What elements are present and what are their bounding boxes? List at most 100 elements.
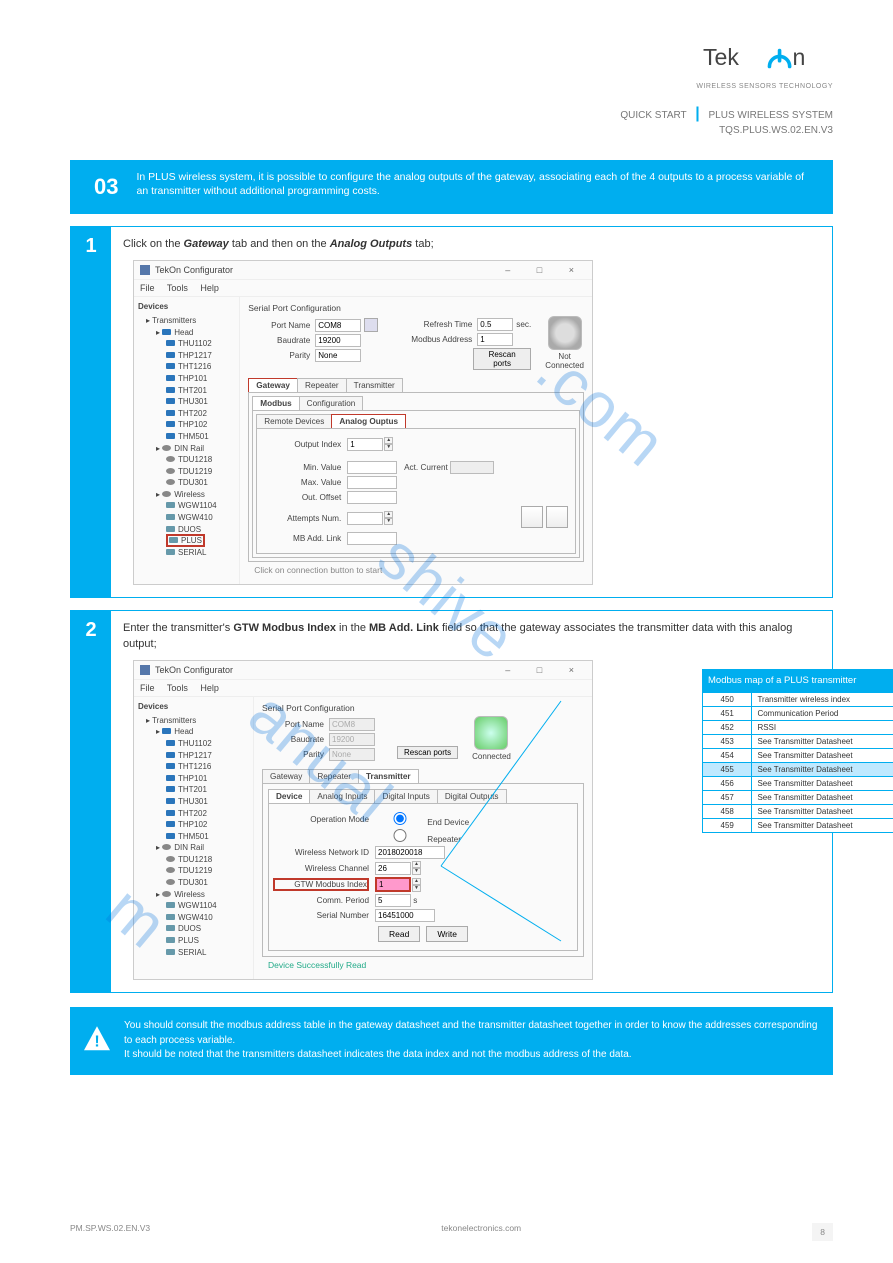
table-row: 451Communication Period- xyxy=(703,707,893,721)
subtab-dout[interactable]: Digital Outputs xyxy=(437,789,507,803)
device-tree[interactable]: Devices ▸ Transmitters ▸ Head THU1102THP… xyxy=(134,297,240,584)
modbus-addr-input[interactable] xyxy=(477,333,513,346)
refresh-port-icon[interactable] xyxy=(364,318,378,332)
status-bar: Click on connection button to start xyxy=(248,562,584,578)
tree-root[interactable]: ▸ Transmitters ▸ Head THU1102THP1217THT1… xyxy=(146,315,235,558)
doc-header: QUICK START | PLUS WIRELESS SYSTEM TQS.P… xyxy=(620,105,833,136)
tree-item[interactable]: THP1217 xyxy=(166,350,235,362)
tree-item[interactable]: THP1217 xyxy=(166,750,249,762)
tab-transmitter[interactable]: Transmitter xyxy=(346,378,403,392)
tree-item[interactable]: THU301 xyxy=(166,396,235,408)
tree-item[interactable]: THP101 xyxy=(166,773,249,785)
output-index-input[interactable] xyxy=(347,438,383,451)
serial-input[interactable] xyxy=(375,909,435,922)
tab-gateway[interactable]: Gateway xyxy=(248,378,298,392)
tree-item[interactable]: THT1216 xyxy=(166,361,235,373)
tree-item[interactable]: WGW1104 xyxy=(166,500,235,512)
subtab-configuration[interactable]: Configuration xyxy=(299,396,364,410)
tree-item[interactable]: THT202 xyxy=(166,808,249,820)
comm-period-input[interactable] xyxy=(375,894,411,907)
subtab-remote[interactable]: Remote Devices xyxy=(256,414,332,428)
connect-icon[interactable] xyxy=(474,716,508,750)
subtab-ain[interactable]: Analog Inputs xyxy=(309,789,375,803)
tree-item[interactable]: TDU1219 xyxy=(166,466,235,478)
gtw-index-input[interactable] xyxy=(375,877,411,892)
tab-repeater[interactable]: Repeater xyxy=(309,769,359,783)
tree-item[interactable]: THM501 xyxy=(166,431,235,443)
menu-bar[interactable]: File Tools Help xyxy=(134,280,592,297)
subtab-modbus[interactable]: Modbus xyxy=(252,396,299,410)
tree-item[interactable]: THT1216 xyxy=(166,761,249,773)
window-controls[interactable]: – □ × xyxy=(505,665,586,675)
menu-file[interactable]: File xyxy=(140,683,155,693)
table-row: 453See Transmitter Datasheet- xyxy=(703,735,893,749)
section-number: 03 xyxy=(86,170,126,204)
tree-item[interactable]: TDU301 xyxy=(166,877,249,889)
tab-transmitter[interactable]: Transmitter xyxy=(358,769,419,783)
channel-input[interactable] xyxy=(375,862,411,875)
min-value-input[interactable] xyxy=(347,461,397,474)
refresh-input[interactable] xyxy=(477,318,513,331)
rescan-button[interactable]: Rescan ports xyxy=(473,348,531,370)
tree-item[interactable]: DUOS xyxy=(166,923,249,935)
mblink-input[interactable] xyxy=(347,532,397,545)
subtab-analog[interactable]: Analog Ouptus xyxy=(331,414,406,428)
step-2: 2 Enter the transmitter's GTW Modbus Ind… xyxy=(70,610,833,993)
menu-tools[interactable]: Tools xyxy=(167,283,188,293)
max-value-input[interactable] xyxy=(347,476,397,489)
tree-item[interactable]: TDU301 xyxy=(166,477,235,489)
window-controls[interactable]: – □ × xyxy=(505,265,586,275)
tab-gateway[interactable]: Gateway xyxy=(262,769,310,783)
tree-item[interactable]: THP102 xyxy=(166,819,249,831)
tree-item[interactable]: THT201 xyxy=(166,385,235,397)
read-button[interactable]: Read xyxy=(378,926,420,942)
menu-help[interactable]: Help xyxy=(200,683,219,693)
menu-help[interactable]: Help xyxy=(200,283,219,293)
warn-line-1: You should consult the modbus address ta… xyxy=(124,1019,819,1048)
tree-item[interactable]: THU1102 xyxy=(166,738,249,750)
tree-item[interactable]: SERIAL xyxy=(166,547,235,559)
tree-item[interactable]: SERIAL xyxy=(166,947,249,959)
rescan-button[interactable]: Rescan ports xyxy=(397,746,458,759)
parity-select xyxy=(329,748,375,761)
menu-file[interactable]: File xyxy=(140,283,155,293)
subtab-device[interactable]: Device xyxy=(268,789,310,803)
device-tree[interactable]: Devices ▸ Transmitters ▸ Head THU1102THP… xyxy=(134,697,254,979)
parity-select[interactable] xyxy=(315,349,361,362)
opmode-rep[interactable] xyxy=(375,829,425,842)
offset-input[interactable] xyxy=(347,491,397,504)
tree-item[interactable]: WGW410 xyxy=(166,512,235,524)
tree-item[interactable]: TDU1218 xyxy=(166,854,249,866)
tree-item[interactable]: TDU1218 xyxy=(166,454,235,466)
tree-item[interactable]: THT201 xyxy=(166,784,249,796)
baudrate-select[interactable] xyxy=(315,334,361,347)
tree-item[interactable]: WGW1104 xyxy=(166,900,249,912)
port-name-select xyxy=(329,718,375,731)
tree-item[interactable]: TDU1219 xyxy=(166,865,249,877)
tree-item[interactable]: PLUS xyxy=(166,935,249,947)
menu-tools[interactable]: Tools xyxy=(167,683,188,693)
app-icon xyxy=(140,265,150,275)
write-button[interactable]: Write xyxy=(426,926,468,942)
menu-bar[interactable]: File Tools Help xyxy=(134,680,592,697)
doc-product: PLUS WIRELESS SYSTEM xyxy=(709,110,833,121)
table-row: 457See Transmitter Datasheet- xyxy=(703,791,893,805)
tree-item[interactable]: PLUS xyxy=(166,535,235,547)
step-number: 2 xyxy=(71,611,111,992)
tree-item[interactable]: THP101 xyxy=(166,373,235,385)
tree-item[interactable]: THT202 xyxy=(166,408,235,420)
opmode-end[interactable] xyxy=(375,812,425,825)
tree-item[interactable]: THU301 xyxy=(166,796,249,808)
tree-item[interactable]: THP102 xyxy=(166,419,235,431)
tree-item[interactable]: THM501 xyxy=(166,831,249,843)
tree-item[interactable]: WGW410 xyxy=(166,912,249,924)
attempts-input[interactable] xyxy=(347,512,383,525)
action-icon-2[interactable] xyxy=(546,506,568,528)
tree-item[interactable]: THU1102 xyxy=(166,338,235,350)
action-icon-1[interactable] xyxy=(521,506,543,528)
port-name-select[interactable] xyxy=(315,319,361,332)
connect-icon[interactable] xyxy=(548,316,582,350)
netid-input[interactable] xyxy=(375,846,445,859)
subtab-din[interactable]: Digital Inputs xyxy=(374,789,437,803)
tab-repeater[interactable]: Repeater xyxy=(297,378,347,392)
